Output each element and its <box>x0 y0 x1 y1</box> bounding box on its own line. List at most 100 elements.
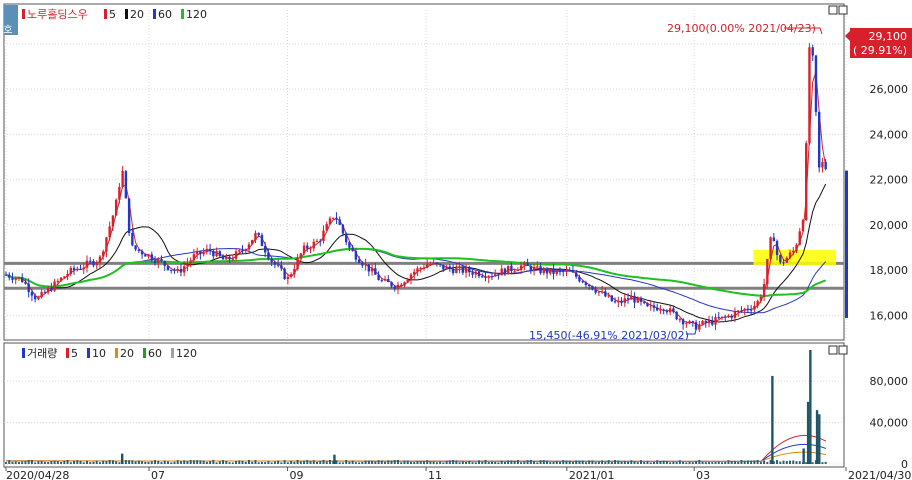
volume-bar <box>607 460 610 464</box>
volume-minimize-icon[interactable] <box>828 345 838 355</box>
volume-spike-bar <box>802 448 805 464</box>
volume-bar <box>571 461 574 464</box>
volume-bar <box>384 461 387 464</box>
candle-body <box>244 249 247 251</box>
candle-body <box>740 310 743 312</box>
volume-bar <box>675 461 678 464</box>
volume-bar <box>79 460 82 464</box>
candle-body <box>510 265 513 271</box>
candle-body <box>597 291 601 293</box>
candle-body <box>17 277 21 279</box>
x-tick-label: 09 <box>290 469 304 480</box>
volume-bar <box>147 461 150 464</box>
volume-bar <box>458 462 461 464</box>
volume-bar <box>241 460 244 464</box>
candle-body <box>782 262 785 264</box>
volume-bar <box>575 460 578 464</box>
volume-bar <box>678 460 681 464</box>
volume-bar <box>176 460 179 464</box>
candle-body <box>215 251 218 257</box>
candle-body <box>613 301 617 303</box>
volume-bar <box>562 460 565 464</box>
volume-bar <box>131 460 134 464</box>
candle-body <box>76 269 79 271</box>
candle-body <box>276 264 280 266</box>
volume-bar <box>34 462 37 464</box>
volume-bar <box>529 459 532 464</box>
legend-swatch <box>153 9 156 19</box>
candle-body <box>727 315 730 318</box>
volume-bar <box>568 460 571 464</box>
candle-body <box>672 308 675 312</box>
volume-panel <box>3 342 845 468</box>
candle-body <box>111 215 115 227</box>
volume-bar <box>277 460 280 464</box>
candle-body <box>630 295 633 300</box>
candle-body <box>79 269 82 271</box>
volume-bar <box>636 462 639 464</box>
volume-maximize-icon[interactable] <box>838 345 848 355</box>
maximize-icon[interactable] <box>838 5 848 15</box>
candle-body <box>8 274 11 278</box>
volume-bar <box>559 461 562 464</box>
volume-title: 거래량 <box>27 347 57 360</box>
volume-bar <box>166 461 169 464</box>
volume-bar <box>290 460 293 464</box>
candle-body <box>218 251 222 256</box>
volume-bar <box>620 461 623 464</box>
volume-bar <box>380 460 383 464</box>
candle-body <box>513 270 516 272</box>
volume-bar <box>649 462 652 464</box>
candle-body <box>652 305 656 308</box>
candle-body <box>474 271 477 275</box>
candle-body <box>332 217 335 219</box>
volume-bar <box>102 460 105 464</box>
candle-body <box>536 266 539 268</box>
candle-body <box>568 270 571 272</box>
candle-body <box>267 252 270 259</box>
volume-bar <box>173 461 176 464</box>
volume-bar <box>186 460 189 464</box>
minimize-icon[interactable] <box>828 5 838 15</box>
candle-body <box>238 250 241 252</box>
volume-bar <box>633 461 636 464</box>
volume-bar <box>627 461 630 464</box>
volume-bar <box>665 460 668 464</box>
volume-bar <box>63 460 66 464</box>
candle-body <box>811 47 814 56</box>
candle-body <box>101 251 105 257</box>
volume-bar <box>215 462 218 464</box>
last-change: ( 29.91%) <box>853 44 907 57</box>
volume-spike-bar <box>806 401 810 464</box>
candle-body <box>704 320 707 324</box>
volume-bar <box>199 460 202 464</box>
volume-legend-swatch <box>87 348 90 358</box>
volume-bar <box>662 460 665 464</box>
volume-bar <box>426 460 429 464</box>
volume-bar <box>192 460 195 464</box>
candle-body <box>772 237 776 242</box>
volume-bar <box>247 459 250 464</box>
volume-bar <box>264 462 267 464</box>
candle-body <box>464 267 468 273</box>
volume-bar <box>720 462 723 464</box>
candle-body <box>234 251 238 259</box>
volume-bar <box>510 460 513 464</box>
candle-body <box>461 266 465 273</box>
volume-bar <box>630 460 633 464</box>
candle-body <box>730 315 733 318</box>
candle-body <box>150 254 153 261</box>
volume-bar <box>196 460 199 464</box>
candle-body <box>438 264 442 266</box>
volume-bar <box>144 461 147 464</box>
candle-body <box>516 270 520 272</box>
volume-bar <box>597 461 600 464</box>
volume-bar <box>134 461 137 464</box>
candle-body <box>487 276 490 278</box>
candle-body <box>591 285 594 290</box>
candle-body <box>701 320 704 325</box>
candle-body <box>714 317 717 325</box>
candle-body <box>192 254 196 261</box>
volume-bar <box>779 461 782 464</box>
volume-bar <box>43 461 46 464</box>
